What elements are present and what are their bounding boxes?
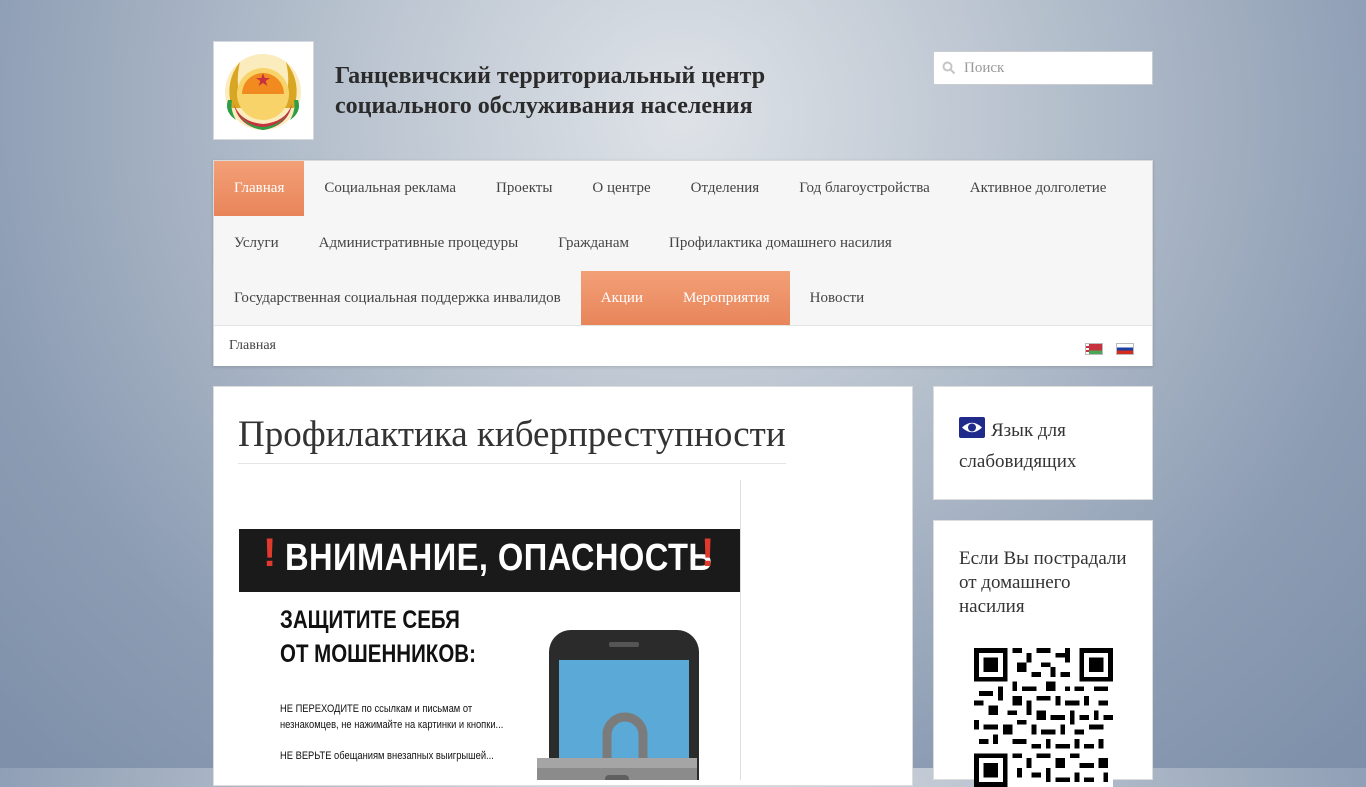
- poster-tip-3: НЕ ВЕРЬТЕ обещаниям внезапных выигрышей.…: [280, 750, 494, 762]
- nav-item-improvement-year[interactable]: Год благоустройства: [779, 161, 950, 216]
- article-title: Профилактика киберпреступности: [238, 411, 786, 464]
- poster-exclamation-left: !: [263, 531, 277, 575]
- nav-item-citizens[interactable]: Гражданам: [538, 216, 649, 271]
- violence-help-text: Если Вы пострадали от домашнего насилия: [959, 548, 1127, 617]
- poster-banner: ! ВНИМАНИЕ, ОПАСНОСТЬ !: [239, 529, 740, 592]
- poster-banner-text: ВНИМАНИЕ, ОПАСНОСТЬ: [285, 537, 713, 579]
- search-box[interactable]: [933, 51, 1156, 85]
- nav-item-events[interactable]: Мероприятия: [662, 271, 790, 326]
- nav-item-admin-procedures[interactable]: Административные процедуры: [299, 216, 539, 271]
- nav-item-news[interactable]: Новости: [790, 271, 884, 326]
- nav-item-social-ads[interactable]: Социальная реклама: [304, 161, 476, 216]
- violence-help-widget: Если Вы пострадали от домашнего насилия: [933, 520, 1153, 787]
- poster-exclamation-right: !: [701, 531, 715, 575]
- site-title[interactable]: Ганцевичский территориальный центр социа…: [335, 61, 855, 121]
- nav-row-2: Услуги Административные процедуры Гражда…: [214, 216, 912, 271]
- flag-by-icon[interactable]: [1085, 343, 1103, 355]
- nav-item-active-longevity[interactable]: Активное долголетие: [950, 161, 1127, 216]
- belarus-emblem-icon: [225, 54, 301, 130]
- smartphone-lock-icon: [537, 630, 699, 780]
- nav-item-about[interactable]: О центре: [572, 161, 670, 216]
- nav-item-campaigns[interactable]: Акции: [580, 271, 663, 326]
- breadcrumb[interactable]: Главная: [229, 338, 276, 354]
- search-input[interactable]: [960, 52, 1156, 84]
- article: Профилактика киберпреступности ! ВНИМАНИ…: [213, 386, 913, 786]
- nav-item-violence-prevention[interactable]: Профилактика домашнего насилия: [649, 216, 912, 271]
- nav-row-3: Государственная социальная поддержка инв…: [214, 271, 884, 326]
- breadcrumb-bar: Главная: [214, 325, 1152, 366]
- nav-item-departments[interactable]: Отделения: [671, 161, 780, 216]
- emblem-logo[interactable]: [213, 41, 314, 140]
- main-navigation: Главная Социальная реклама Проекты О цен…: [213, 160, 1153, 366]
- nav-item-services[interactable]: Услуги: [214, 216, 299, 271]
- low-vision-widget: Язык для слабовидящих: [933, 386, 1153, 500]
- nav-item-projects[interactable]: Проекты: [476, 161, 572, 216]
- low-vision-link[interactable]: Язык для слабовидящих: [959, 415, 1134, 477]
- poster-tip-2: незнакомцев, не нажимайте на картинки и …: [280, 719, 504, 731]
- nav-item-disability-support[interactable]: Государственная социальная поддержка инв…: [214, 271, 581, 326]
- poster-image[interactable]: ! ВНИМАНИЕ, ОПАСНОСТЬ ! ЗАЩИТИТЕ СЕБЯ ОТ…: [239, 480, 741, 780]
- search-icon: [942, 61, 956, 75]
- qr-code-icon[interactable]: [974, 648, 1113, 787]
- nav-item-home[interactable]: Главная: [214, 161, 305, 216]
- poster-heading: ЗАЩИТИТЕ СЕБЯ ОТ МОШЕННИКОВ:: [280, 606, 476, 668]
- poster-tip-1: НЕ ПЕРЕХОДИТЕ по ссылкам и письмам от: [280, 703, 473, 715]
- flag-ru-icon[interactable]: [1116, 343, 1134, 355]
- nav-row-1: Главная Социальная реклама Проекты О цен…: [214, 161, 1126, 216]
